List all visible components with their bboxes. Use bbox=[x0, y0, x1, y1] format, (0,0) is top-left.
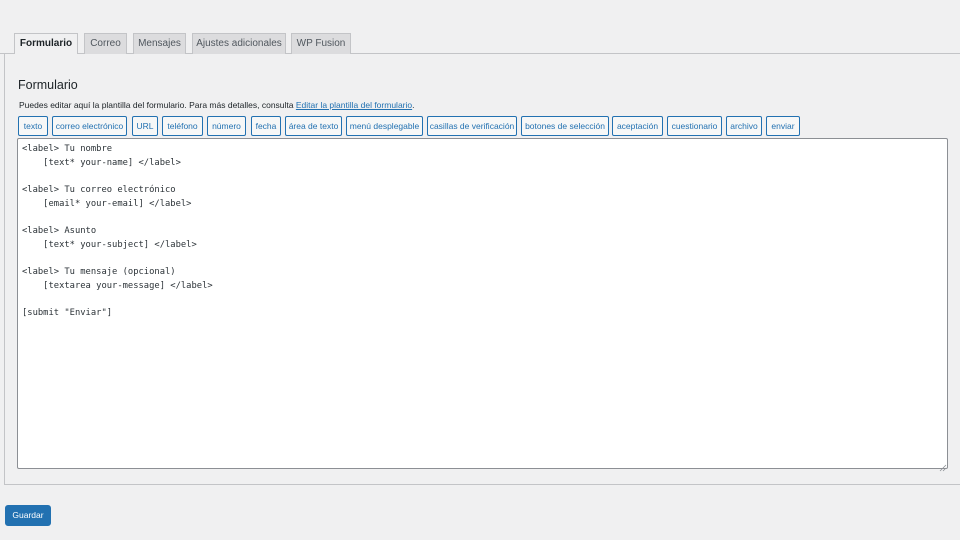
tag-button-cuestionario[interactable]: cuestionario bbox=[667, 116, 722, 136]
tag-button-casillas-de-verificacion[interactable]: casillas de verificación bbox=[427, 116, 517, 136]
form-panel: Formulario Puedes editar aquí la plantil… bbox=[4, 54, 960, 485]
tag-button-menu-desplegable[interactable]: menú desplegable bbox=[346, 116, 423, 136]
contact-form-editor-page: Formulario Correo Mensajes Ajustes adici… bbox=[0, 0, 960, 540]
editor-tabs: Formulario Correo Mensajes Ajustes adici… bbox=[0, 33, 960, 55]
tag-button-correo-electronico[interactable]: correo electrónico bbox=[52, 116, 127, 136]
tab-wp-fusion[interactable]: WP Fusion bbox=[291, 33, 351, 54]
form-template-editor[interactable]: <label> Tu nombre [text* your-name] </la… bbox=[17, 138, 948, 469]
description-text: Puedes editar aquí la plantilla del form… bbox=[19, 100, 294, 110]
tag-button-fecha[interactable]: fecha bbox=[251, 116, 281, 136]
tag-button-area-de-texto[interactable]: área de texto bbox=[285, 116, 342, 136]
tag-button-texto[interactable]: texto bbox=[18, 116, 48, 136]
tag-button-numero[interactable]: número bbox=[207, 116, 246, 136]
tag-button-botones-de-seleccion[interactable]: botones de selección bbox=[521, 116, 609, 136]
tab-ajustes-adicionales[interactable]: Ajustes adicionales bbox=[192, 33, 286, 54]
tag-button-url[interactable]: URL bbox=[132, 116, 158, 136]
description-suffix: . bbox=[412, 100, 415, 110]
panel-description: Puedes editar aquí la plantilla del form… bbox=[19, 100, 415, 110]
resize-handle-icon[interactable] bbox=[938, 459, 947, 472]
edit-template-link[interactable]: Editar la plantilla del formulario bbox=[296, 100, 412, 110]
tab-mensajes[interactable]: Mensajes bbox=[133, 33, 186, 54]
tag-button-aceptacion[interactable]: aceptación bbox=[612, 116, 663, 136]
tag-button-telefono[interactable]: teléfono bbox=[162, 116, 203, 136]
tab-correo[interactable]: Correo bbox=[84, 33, 127, 54]
save-button[interactable]: Guardar bbox=[5, 505, 51, 526]
panel-title: Formulario bbox=[18, 78, 78, 92]
tab-formulario[interactable]: Formulario bbox=[14, 33, 78, 55]
tag-button-enviar[interactable]: enviar bbox=[766, 116, 800, 136]
tag-button-archivo[interactable]: archivo bbox=[726, 116, 762, 136]
